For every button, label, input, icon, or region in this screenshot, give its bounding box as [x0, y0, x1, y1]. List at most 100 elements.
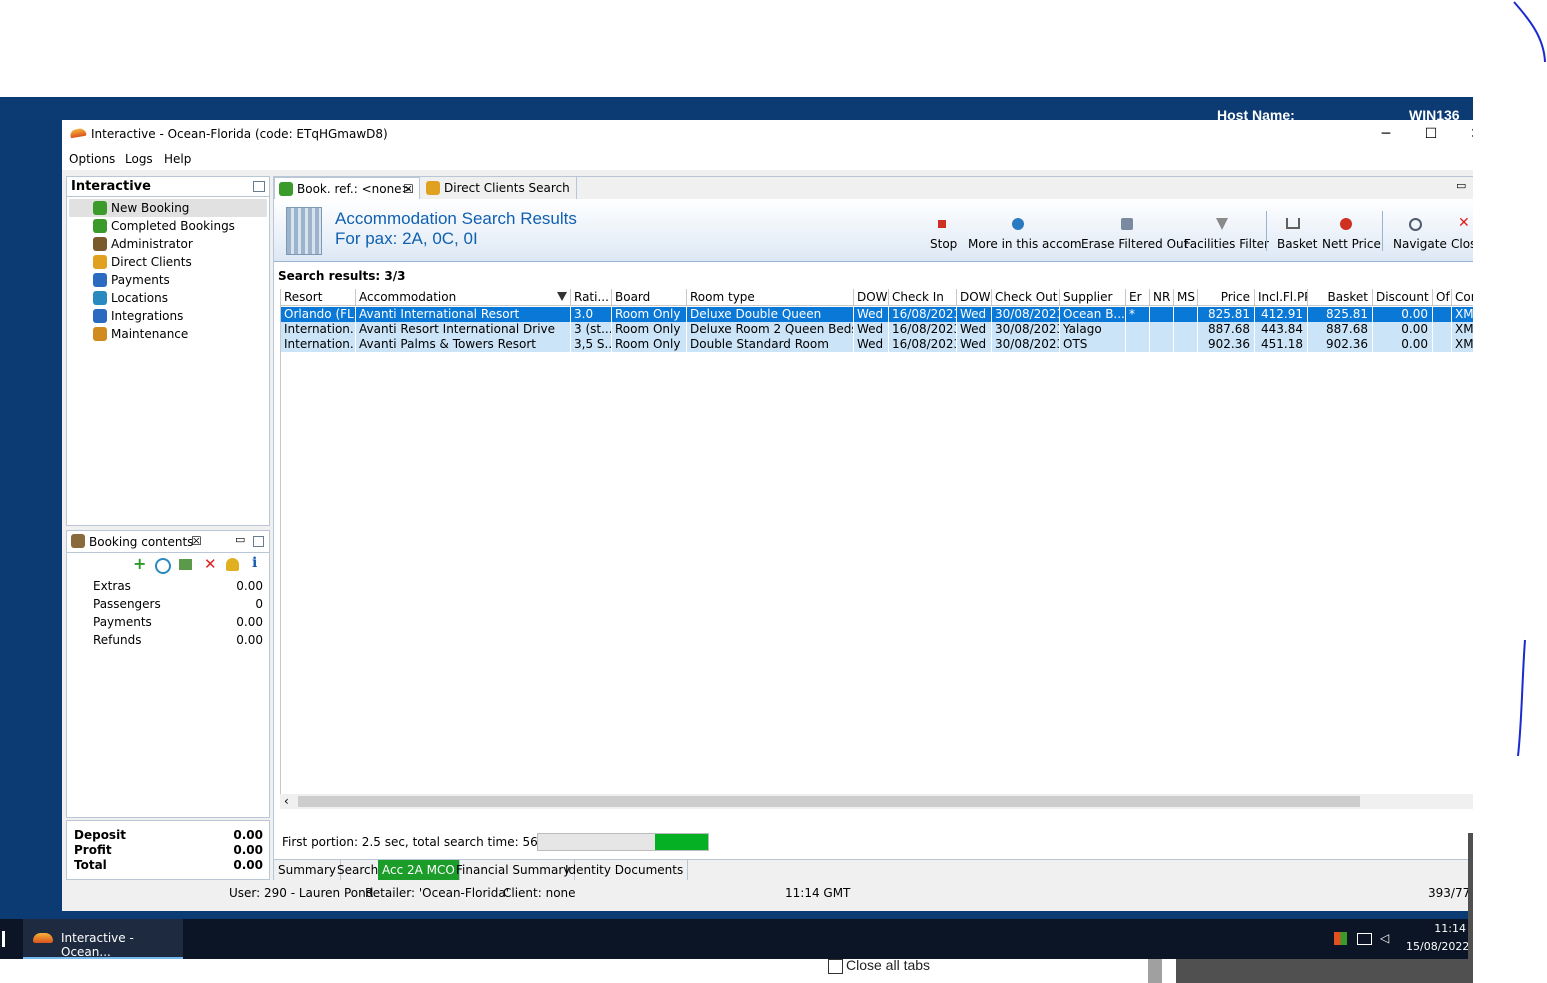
- column-header[interactable]: NR: [1150, 289, 1174, 306]
- table-cell: Double Standard Room: [687, 337, 854, 352]
- close-window-button[interactable]: ✕: [1454, 122, 1473, 146]
- stop-button[interactable]: Stop: [930, 220, 957, 251]
- column-header[interactable]: Discount: [1373, 289, 1433, 306]
- column-header[interactable]: Cor: [1452, 289, 1473, 306]
- column-header[interactable]: Supplier: [1060, 289, 1126, 306]
- delete-icon[interactable]: ✕: [204, 555, 217, 573]
- tray-app-icon[interactable]: [1334, 932, 1347, 945]
- column-header[interactable]: Price: [1198, 289, 1255, 306]
- column-header[interactable]: Room type: [687, 289, 854, 306]
- nett-price-button[interactable]: Nett Price: [1322, 218, 1381, 251]
- column-header[interactable]: Board: [612, 289, 687, 306]
- network-icon[interactable]: [1357, 933, 1372, 945]
- basket-add-icon[interactable]: [179, 559, 192, 570]
- palm-tree-icon[interactable]: [226, 558, 239, 571]
- nav-item-new-booking[interactable]: New Booking: [67, 199, 267, 217]
- nav-item-locations[interactable]: Locations: [67, 289, 267, 307]
- column-header[interactable]: Check In: [889, 289, 957, 306]
- table-cell: Internation...: [281, 322, 356, 337]
- title-bar[interactable]: Interactive - Ocean-Florida (code: ETqHG…: [62, 120, 1473, 148]
- maximize-panel-icon[interactable]: [253, 536, 264, 547]
- taskbar-clock[interactable]: 11:14: [1406, 922, 1466, 935]
- background-window: [1176, 959, 1469, 983]
- booking-summary: Deposit 0.00 Profit 0.00 Total 0.00: [66, 820, 270, 880]
- table-cell: 3,5 S...: [571, 337, 612, 352]
- booking-icon: [71, 534, 85, 548]
- tab-summary[interactable]: Summary: [274, 860, 341, 880]
- close-tab-icon[interactable]: ☒: [403, 178, 414, 200]
- facilities-filter-button[interactable]: Facilities Filter: [1184, 218, 1269, 251]
- tab-search[interactable]: Search: [333, 860, 384, 880]
- volume-muted-icon[interactable]: ◁: [1380, 931, 1389, 945]
- menu-options[interactable]: Options: [69, 152, 115, 166]
- filter-icon: [1216, 218, 1228, 230]
- add-icon[interactable]: +: [133, 556, 146, 572]
- table-row[interactable]: Orlando (FL) Avanti International Resort 3…: [281, 307, 1473, 322]
- refresh-icon[interactable]: [155, 558, 171, 574]
- column-header[interactable]: Check Out: [992, 289, 1060, 306]
- close-tab-icon[interactable]: ☒: [191, 534, 202, 548]
- column-header[interactable]: Accommodation: [356, 289, 571, 306]
- table-cell: 16/08/2023: [889, 307, 957, 322]
- info-icon[interactable]: i: [252, 555, 257, 571]
- close-all-tabs-checkbox[interactable]: [828, 959, 843, 974]
- nav-item-direct-clients[interactable]: Direct Clients: [67, 253, 267, 271]
- column-header[interactable]: Basket: [1308, 289, 1373, 306]
- table-row[interactable]: Internation... Avanti Resort Internationa…: [281, 322, 1473, 337]
- close-results-button[interactable]: ✕ Clos: [1451, 215, 1473, 251]
- minimize-panel-icon[interactable]: ▭: [235, 533, 245, 546]
- table-cell: [1433, 337, 1452, 352]
- pen-stroke-top: [1513, 1, 1546, 63]
- tab-financial-summary[interactable]: Financial Summary: [452, 860, 576, 880]
- search-results-count: Search results: 3/3: [278, 269, 406, 283]
- menu-help[interactable]: Help: [164, 152, 191, 166]
- table-cell: [1174, 337, 1198, 352]
- nav-item-label: New Booking: [111, 201, 190, 215]
- nav-panel-header: Interactive: [66, 176, 270, 197]
- basket-label: Basket: [1277, 237, 1318, 251]
- taskbar-date[interactable]: 15/08/2022: [1406, 940, 1469, 953]
- scroll-left-icon[interactable]: ‹: [284, 794, 289, 808]
- nav-item-payments[interactable]: Payments: [67, 271, 267, 289]
- column-header[interactable]: DOW: [854, 289, 889, 306]
- minimize-editor-icon[interactable]: ▭: [1456, 179, 1466, 192]
- navigate-button[interactable]: Navigate: [1393, 218, 1447, 251]
- taskbar-app-button[interactable]: Interactive - Ocean...: [23, 919, 183, 959]
- nav-item-maintenance[interactable]: Maintenance: [67, 325, 267, 343]
- table-cell: Wed: [854, 322, 889, 337]
- column-header[interactable]: Rati...: [571, 289, 612, 306]
- scrollbar-thumb[interactable]: [298, 796, 1360, 807]
- column-filter-icon[interactable]: [557, 292, 567, 301]
- menu-logs[interactable]: Logs: [125, 152, 153, 166]
- table-row[interactable]: Internation... Avanti Palms & Towers Reso…: [281, 337, 1473, 352]
- tab-acc-2a-mco[interactable]: Acc 2A MCO: [378, 860, 460, 880]
- column-header[interactable]: Incl.Fl.PP: [1255, 289, 1308, 306]
- collapse-panel-icon[interactable]: [253, 181, 265, 192]
- nav-item-label: Integrations: [111, 309, 184, 323]
- results-header: Accommodation Search Results For pax: 2A…: [274, 199, 1473, 262]
- column-header[interactable]: MS: [1174, 289, 1198, 306]
- erase-filtered-out-button[interactable]: Erase Filtered Out: [1081, 218, 1188, 251]
- tab-identity-documents[interactable]: Identity Documents: [561, 860, 689, 880]
- minimize-button[interactable]: ─: [1364, 122, 1408, 146]
- basket-button[interactable]: Basket: [1277, 218, 1318, 251]
- horizontal-scrollbar[interactable]: ‹: [280, 794, 1473, 809]
- column-header[interactable]: DOW: [957, 289, 992, 306]
- column-header[interactable]: Of: [1433, 289, 1452, 306]
- nav-item-administrator[interactable]: Administrator: [67, 235, 267, 253]
- column-header[interactable]: Resort: [281, 289, 356, 306]
- integrations-icon: [93, 309, 107, 323]
- nav-item-label: Maintenance: [111, 327, 189, 341]
- maximize-button[interactable]: ☐: [1409, 122, 1453, 146]
- tab-book-ref[interactable]: Book. ref.: <none> ☒: [274, 177, 420, 200]
- tab-direct-clients-search[interactable]: Direct Clients Search: [420, 177, 577, 199]
- booking-row-extras: Extras: [93, 579, 131, 593]
- table-cell: XMl: [1452, 322, 1473, 337]
- window-title: Interactive - Ocean-Florida (code: ETqHG…: [91, 127, 388, 141]
- nav-item-label: Locations: [111, 291, 169, 305]
- table-cell: 887.68: [1308, 322, 1373, 337]
- more-in-this-accom-button[interactable]: More in this accom: [968, 218, 1082, 251]
- nav-item-integrations[interactable]: Integrations: [67, 307, 267, 325]
- column-header[interactable]: Er: [1126, 289, 1150, 306]
- nav-item-completed-bookings[interactable]: Completed Bookings: [67, 217, 267, 235]
